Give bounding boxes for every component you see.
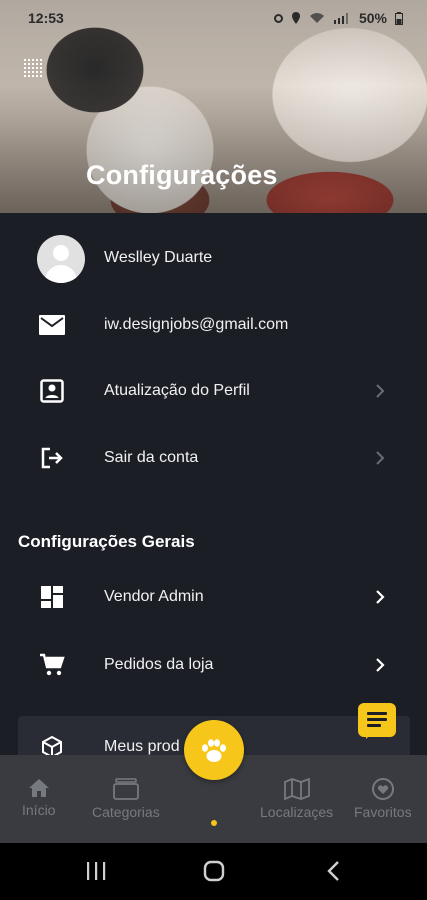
heart-icon	[371, 778, 394, 800]
chevron-right-icon	[376, 590, 385, 604]
email-icon	[38, 311, 66, 339]
nav-favorites-label: Favoritos	[354, 804, 412, 820]
chevron-right-icon	[376, 658, 385, 672]
wifi-icon	[309, 13, 324, 23]
chevron-right-icon	[376, 451, 385, 465]
logout-row[interactable]: Sair da conta	[0, 425, 427, 492]
page-title: Configurações	[86, 160, 278, 190]
logout-icon	[38, 444, 66, 472]
email-row: iw.designjobs@gmail.com	[0, 292, 427, 359]
chevron-right-icon	[376, 384, 385, 398]
nav-categories-label: Categorias	[92, 804, 160, 820]
user-name-row: Weslley Duarte	[0, 225, 427, 292]
avatar	[37, 235, 85, 283]
home-button-icon[interactable]	[202, 860, 226, 882]
my-products-label: Meus prod	[104, 738, 180, 755]
location-icon	[291, 12, 300, 24]
menu-grid-icon[interactable]	[24, 59, 44, 79]
alarm-icon	[273, 13, 283, 23]
profile-update-label: Atualização do Perfil	[104, 382, 250, 399]
settings-screen: 12:53 50% Configurações Weslley Duarte i…	[0, 0, 427, 900]
store-orders-row[interactable]: Pedidos da loja	[0, 632, 427, 699]
battery-percentage: 50%	[358, 10, 387, 26]
dashboard-icon	[38, 583, 66, 611]
user-name: Weslley Duarte	[104, 249, 213, 266]
vendor-admin-row[interactable]: Vendor Admin	[0, 564, 427, 631]
categories-icon	[112, 778, 139, 800]
nav-locations-label: Localizaçes	[260, 804, 334, 820]
back-icon[interactable]	[322, 860, 346, 882]
user-email: iw.designjobs@gmail.com	[104, 316, 289, 333]
status-icons: 50%	[273, 10, 403, 26]
active-indicator	[211, 820, 217, 826]
nav-home-label: Início	[22, 802, 56, 818]
general-settings-title: Configurações Gerais	[18, 532, 195, 551]
nav-locations[interactable]: Localizaçes	[260, 778, 333, 820]
status-bar: 12:53 50%	[0, 0, 427, 34]
cart-icon	[38, 651, 66, 679]
vendor-admin-label: Vendor Admin	[104, 588, 204, 605]
signal-icon	[333, 13, 348, 24]
profile-card-icon	[38, 377, 66, 405]
recent-apps-icon[interactable]	[84, 860, 108, 882]
profile-update-row[interactable]: Atualização do Perfil	[0, 358, 427, 425]
nav-categories[interactable]: Categorias	[92, 778, 160, 820]
store-orders-label: Pedidos da loja	[104, 656, 214, 673]
logout-label: Sair da conta	[104, 449, 199, 466]
paw-button[interactable]	[184, 720, 244, 780]
system-navigation-bar	[0, 843, 427, 900]
nav-home[interactable]: Início	[22, 778, 55, 818]
nav-favorites[interactable]: Favoritos	[354, 778, 412, 820]
paw-icon	[202, 739, 226, 762]
chat-button[interactable]	[358, 703, 396, 739]
map-icon	[283, 778, 310, 800]
status-time: 12:53	[28, 10, 64, 26]
battery-icon	[395, 11, 403, 25]
home-icon	[28, 779, 49, 797]
